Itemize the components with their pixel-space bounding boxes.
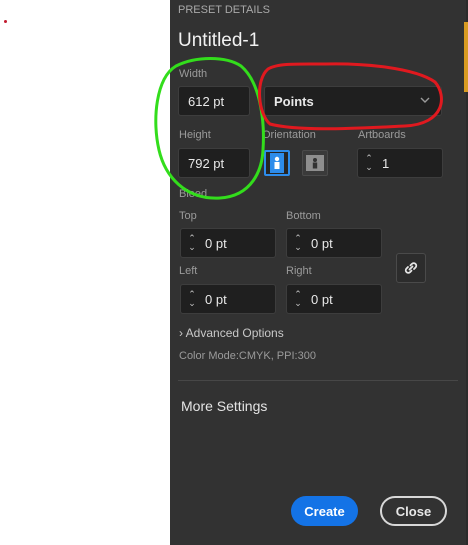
divider <box>178 380 458 381</box>
link-bleed-button[interactable] <box>396 253 426 283</box>
width-value: 612 pt <box>188 93 225 109</box>
landscape-orientation-button[interactable] <box>302 150 328 176</box>
close-button[interactable]: Close <box>380 496 447 526</box>
bleed-left-value: 0 pt <box>205 291 227 307</box>
create-button[interactable]: Create <box>291 496 358 526</box>
height-input[interactable]: 792 pt <box>178 148 250 178</box>
artboards-stepper-icon[interactable]: ⌃ ⌄ <box>362 149 376 177</box>
bleed-right-value: 0 pt <box>311 291 333 307</box>
link-icon <box>404 262 418 274</box>
bleed-left-stepper-icon[interactable]: ⌃ ⌄ <box>185 285 199 313</box>
bleed-bottom-input[interactable]: ⌃ ⌄ 0 pt <box>286 228 382 258</box>
document-name[interactable]: Untitled-1 <box>178 30 259 52</box>
bleed-bottom-label: Bottom <box>286 210 321 222</box>
portrait-orientation-button[interactable] <box>264 150 290 176</box>
bleed-left-input[interactable]: ⌃ ⌄ 0 pt <box>180 284 276 314</box>
height-label: Height <box>179 129 211 141</box>
stray-dot <box>4 20 7 23</box>
more-settings-button[interactable]: More Settings <box>181 398 267 414</box>
artboards-label: Artboards <box>358 129 406 141</box>
bleed-label: Bleed <box>179 188 208 200</box>
bleed-top-input[interactable]: ⌃ ⌄ 0 pt <box>180 228 276 258</box>
artboards-value: 1 <box>382 155 390 171</box>
portrait-icon <box>270 153 284 173</box>
preset-details-panel: PRESET DETAILS Untitled-1 Width 612 pt P… <box>170 0 466 545</box>
height-value: 792 pt <box>188 155 225 171</box>
bleed-left-label: Left <box>179 265 198 277</box>
bleed-right-input[interactable]: ⌃ ⌄ 0 pt <box>286 284 382 314</box>
width-label: Width <box>179 68 208 80</box>
units-value: Points <box>274 93 314 109</box>
bleed-bottom-value: 0 pt <box>311 235 333 251</box>
landscape-icon <box>306 155 324 171</box>
bleed-top-label: Top <box>179 210 197 222</box>
artboards-input[interactable]: ⌃ ⌄ 1 <box>357 148 443 178</box>
bleed-top-value: 0 pt <box>205 235 227 251</box>
color-mode-summary: Color Mode:CMYK, PPI:300 <box>179 350 316 362</box>
section-label: PRESET DETAILS <box>178 4 270 16</box>
advanced-options-toggle[interactable]: › Advanced Options <box>179 326 284 340</box>
chevron-down-icon <box>419 94 431 109</box>
orientation-label: Orientation <box>262 129 316 141</box>
bleed-bottom-stepper-icon[interactable]: ⌃ ⌄ <box>291 229 305 257</box>
bleed-right-label: Right <box>286 265 312 277</box>
width-input[interactable]: 612 pt <box>178 86 250 116</box>
chevron-right-icon: › <box>179 326 183 340</box>
bleed-right-stepper-icon[interactable]: ⌃ ⌄ <box>291 285 305 313</box>
side-accent <box>464 22 468 92</box>
units-select[interactable]: Points <box>264 86 442 116</box>
advanced-options-label: Advanced Options <box>185 326 284 340</box>
bleed-top-stepper-icon[interactable]: ⌃ ⌄ <box>185 229 199 257</box>
